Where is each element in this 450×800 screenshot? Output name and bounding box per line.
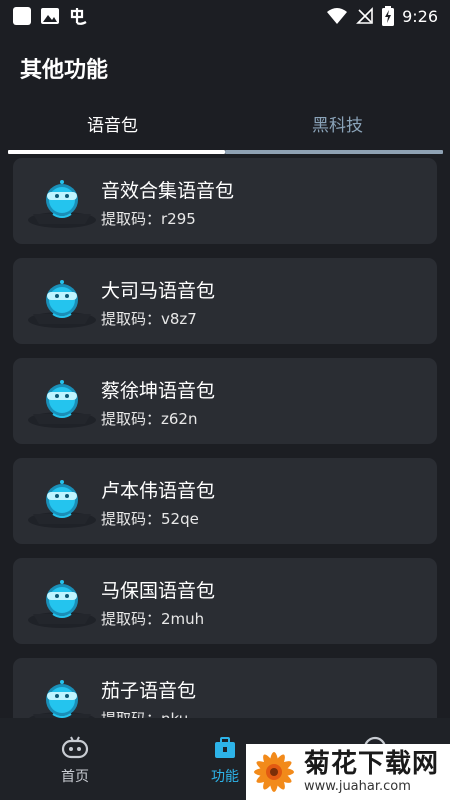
nav-features-label: 功能 (211, 769, 239, 785)
code-value: 52qe (161, 510, 199, 528)
card-title: 茄子语音包 (101, 680, 197, 702)
list-item[interactable]: 蔡徐坤语音包 提取码：z62n (13, 358, 437, 444)
list-item[interactable]: 大司马语音包 提取码：v8z7 (13, 258, 437, 344)
toolbox-icon (215, 737, 235, 758)
watermark-url: www.juahar.com (304, 779, 411, 794)
robot-avatar-icon (27, 279, 97, 329)
code-label: 提取码： (101, 210, 162, 228)
list-item[interactable]: 音效合集语音包 提取码：r295 (13, 158, 437, 244)
list-item[interactable]: 马保国语音包 提取码：2muh (13, 558, 437, 644)
code-label: 提取码： (101, 610, 162, 628)
list-item[interactable]: 茄子语音包 提取码：nku (13, 658, 437, 718)
card-title: 卢本伟语音包 (101, 480, 216, 502)
battery-charging-icon (382, 6, 395, 26)
card-code: 提取码：2muh (101, 608, 204, 629)
watermark-title: 菊花下载网 (304, 749, 440, 779)
robot-avatar-icon (27, 579, 97, 629)
code-label: 提取码： (101, 510, 162, 528)
tab-black-tech[interactable]: 黑科技 (225, 106, 450, 154)
card-code: 提取码：52qe (101, 508, 199, 529)
card-title: 马保国语音包 (101, 580, 216, 602)
code-label: 提取码： (101, 410, 162, 428)
list-item[interactable]: 卢本伟语音包 提取码：52qe (13, 458, 437, 544)
gamepad-icon (61, 736, 89, 759)
code-label: 提取码： (101, 710, 161, 718)
tab-bar: 语音包 黑科技 (0, 106, 450, 154)
wifi-icon (326, 7, 348, 25)
robot-avatar-icon (27, 479, 97, 529)
card-title: 蔡徐坤语音包 (101, 380, 216, 402)
status-time: 9:26 (402, 6, 438, 26)
status-bar: 9:26 (0, 0, 450, 32)
code-value: nku (161, 710, 188, 718)
robot-avatar-icon (27, 179, 97, 229)
robot-avatar-icon (27, 679, 97, 718)
nav-home-label: 首页 (61, 769, 89, 785)
code-value: v8z7 (161, 310, 197, 328)
watermark: 菊花下载网 www.juahar.com (246, 744, 450, 800)
code-value: 2muh (161, 610, 205, 628)
code-value: z62n (161, 410, 198, 428)
robot-avatar-icon (27, 379, 97, 429)
flower-logo-icon (254, 752, 294, 792)
nav-home[interactable]: 首页 (0, 718, 150, 800)
code-label: 提取码： (101, 310, 162, 328)
card-title: 大司马语音包 (101, 280, 216, 302)
app-glyph-icon (68, 5, 90, 27)
card-code: 提取码：z62n (101, 408, 197, 429)
code-value: r295 (161, 210, 196, 228)
tab-indicator (8, 150, 225, 154)
card-code: 提取码：nku (101, 708, 188, 718)
voice-pack-list[interactable]: 音效合集语音包 提取码：r295 大司马语音包 提取码：v8z7 蔡徐坤语音包 … (13, 158, 437, 718)
app-square-icon (12, 6, 32, 26)
tab-indicator-track (225, 150, 443, 154)
card-code: 提取码：v8z7 (101, 308, 197, 329)
card-title: 音效合集语音包 (101, 180, 235, 202)
page-title: 其他功能 (20, 58, 109, 83)
tab-voice-packs[interactable]: 语音包 (0, 106, 225, 154)
image-icon (40, 6, 60, 26)
card-code: 提取码：r295 (101, 208, 196, 229)
no-signal-icon (356, 7, 374, 25)
